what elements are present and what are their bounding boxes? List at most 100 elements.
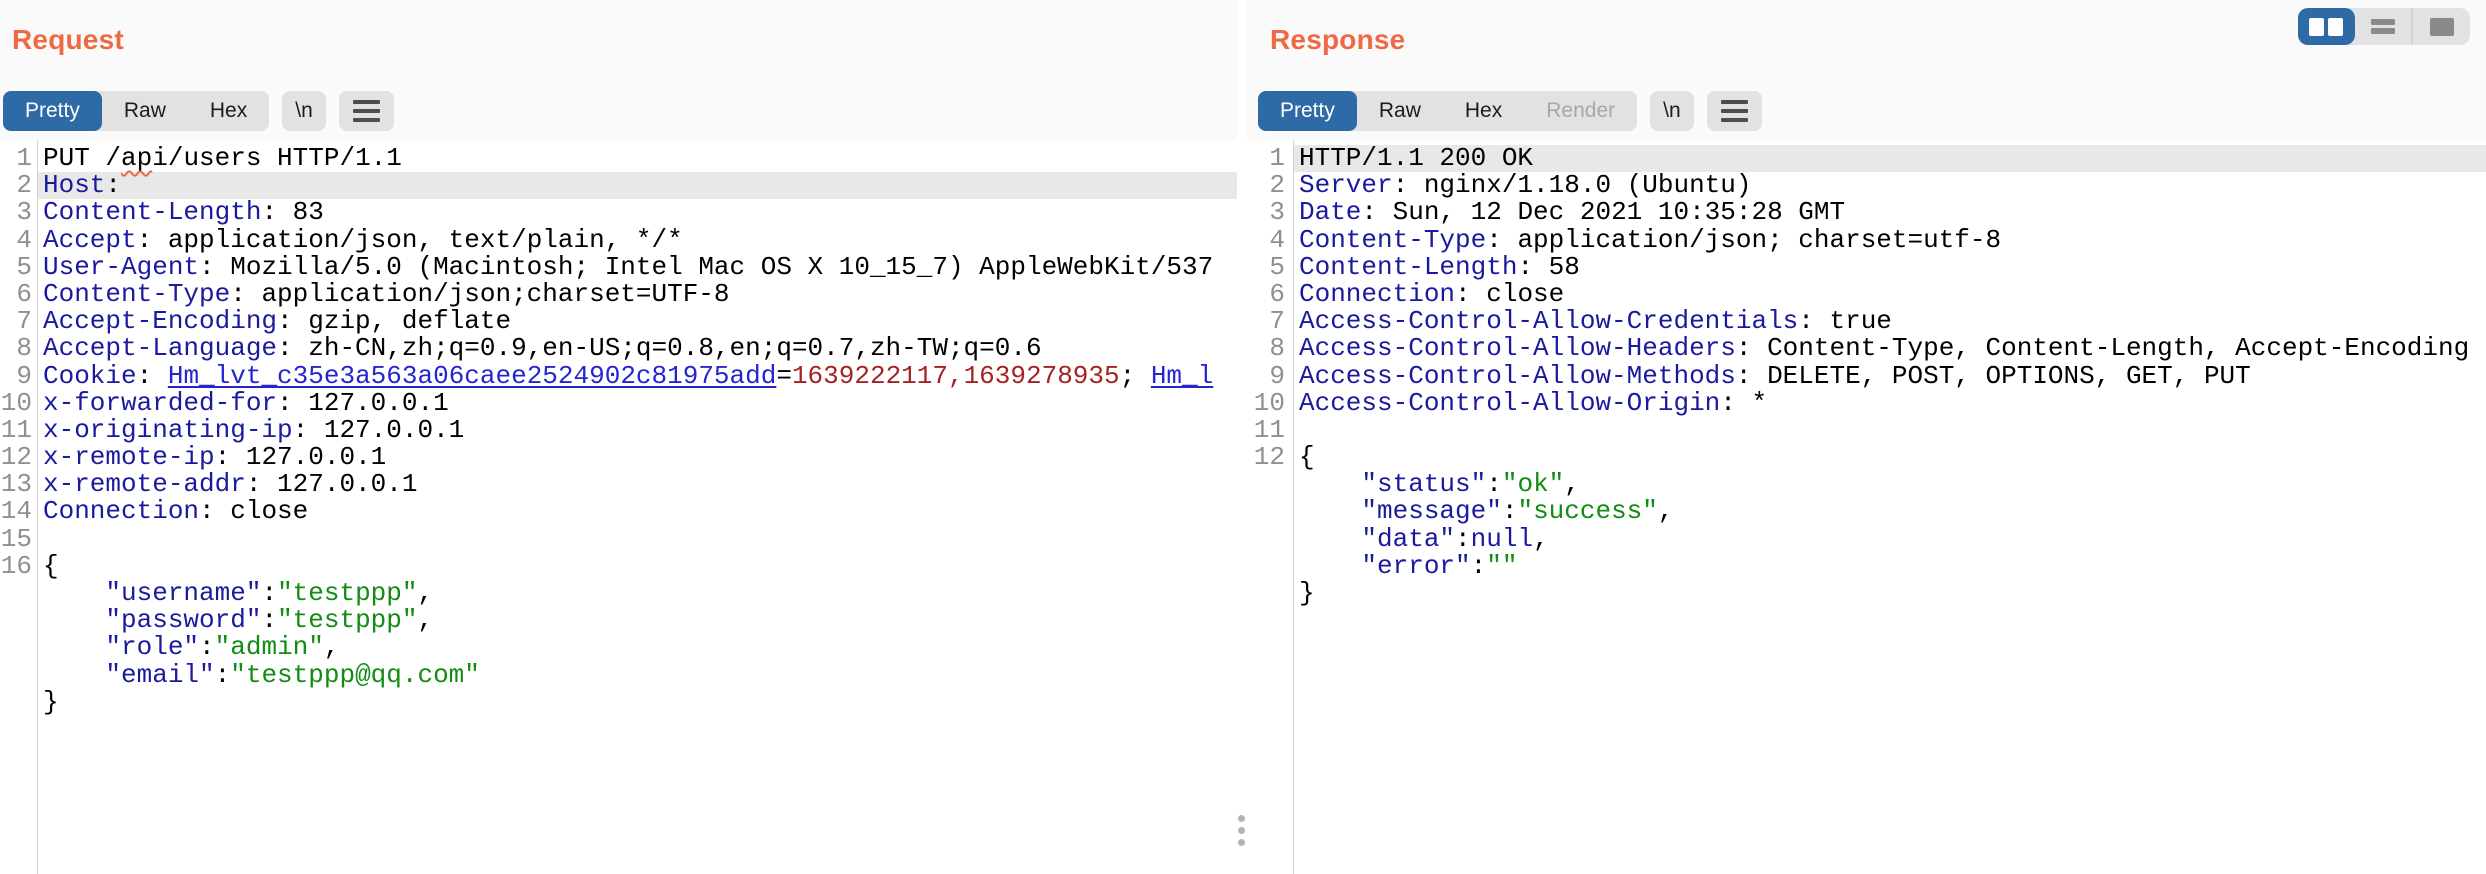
response-code-line: "error":"" [1247,553,2486,580]
response-menu-button[interactable] [1707,91,1762,131]
line-number [1247,471,1285,498]
code-text: x-forwarded-for: 127.0.0.1 [32,390,449,417]
request-code-line: "password":"testppp", [0,607,1237,634]
code-text [1285,417,1299,444]
drag-grip-icon [1238,815,1245,822]
code-text: "email":"testppp@qq.com" [32,662,480,689]
line-number [0,689,32,716]
response-code-line: "data":null, [1247,526,2486,553]
request-tab-pretty[interactable]: Pretty [3,91,102,131]
layout-split-rows-button[interactable] [2355,8,2412,45]
response-gutter-rule [1293,140,1294,874]
request-tab-raw[interactable]: Raw [102,91,188,131]
code-text: PUT /api/users HTTP/1.1 [32,145,402,172]
response-code-line: 9Access-Control-Allow-Methods: DELETE, P… [1247,363,2486,390]
line-number: 10 [1247,390,1285,417]
line-number: 8 [0,335,32,362]
line-number: 3 [1247,199,1285,226]
line-number [1247,498,1285,525]
response-tabbar: PrettyRawHexRender \n [1258,91,1762,131]
response-tab-render: Render [1524,91,1637,131]
code-text: "username":"testppp", [32,580,433,607]
code-text: Host: [32,172,121,199]
request-code-line: 9Cookie: Hm_lvt_c35e3a563a06caee2524902c… [0,363,1237,390]
layout-split-columns-button[interactable] [2298,8,2355,45]
line-number [0,580,32,607]
code-text: } [32,689,59,716]
response-code-line: } [1247,580,2486,607]
line-number: 9 [1247,363,1285,390]
response-code-line: 5Content-Length: 58 [1247,254,2486,281]
code-text: Cookie: Hm_lvt_c35e3a563a06caee2524902c8… [32,363,1213,390]
response-tab-group: PrettyRawHexRender [1258,91,1637,131]
single-pane-icon [2430,18,2454,36]
response-code-line: 11 [1247,417,2486,444]
request-code-line: 15 [0,526,1237,553]
code-text: "data":null, [1285,526,1549,553]
code-text: Access-Control-Allow-Origin: * [1285,390,1767,417]
response-code-line: "status":"ok", [1247,471,2486,498]
code-text: } [1285,580,1315,607]
line-number: 7 [1247,308,1285,335]
line-number [1247,580,1285,607]
request-menu-button[interactable] [339,91,394,131]
request-title: Request [12,24,124,56]
line-number: 11 [1247,417,1285,444]
request-tab-hex[interactable]: Hex [188,91,269,131]
line-number: 2 [0,172,32,199]
layout-toggle-group [2298,8,2470,45]
code-text: "error":"" [1285,553,1517,580]
burp-message-editor: { "request": { "title": "Request", "tabs… [0,0,2486,874]
response-code-line: 10Access-Control-Allow-Origin: * [1247,390,2486,417]
line-number: 14 [0,498,32,525]
code-text: Connection: close [1285,281,1564,308]
line-number [0,662,32,689]
request-newline-toggle-button[interactable]: \n [282,91,326,131]
code-text: Access-Control-Allow-Headers: Content-Ty… [1285,335,2469,362]
code-text: Access-Control-Allow-Methods: DELETE, PO… [1285,363,2251,390]
split-rows-icon [2371,19,2395,34]
response-panel: Response PrettyRawHexRender \n 1HTTP/1.1… [1247,0,2486,874]
request-code-line: 8Accept-Language: zh-CN,zh;q=0.9,en-US;q… [0,335,1237,362]
layout-single-pane-button[interactable] [2411,8,2470,45]
line-number: 6 [1247,281,1285,308]
line-number: 16 [0,553,32,580]
response-editor[interactable]: 1HTTP/1.1 200 OK2Server: nginx/1.18.0 (U… [1247,140,2486,874]
code-text: "password":"testppp", [32,607,433,634]
code-text: "role":"admin", [32,634,339,661]
response-tab-pretty[interactable]: Pretty [1258,91,1357,131]
request-code-line: 10x-forwarded-for: 127.0.0.1 [0,390,1237,417]
line-number: 1 [1247,145,1285,172]
response-tab-hex[interactable]: Hex [1443,91,1524,131]
code-text: Access-Control-Allow-Credentials: true [1285,308,1892,335]
code-text: Date: Sun, 12 Dec 2021 10:35:28 GMT [1285,199,1845,226]
response-tab-raw[interactable]: Raw [1357,91,1443,131]
code-text: Content-Type: application/json; charset=… [1285,227,2001,254]
hamburger-icon [1721,100,1748,104]
response-code-line: 3Date: Sun, 12 Dec 2021 10:35:28 GMT [1247,199,2486,226]
response-panel-header: Response PrettyRawHexRender \n [1247,0,2486,140]
code-text: x-remote-ip: 127.0.0.1 [32,444,386,471]
code-text: x-originating-ip: 127.0.0.1 [32,417,464,444]
line-number: 7 [0,308,32,335]
code-text: { [32,553,59,580]
request-code-line: 14Connection: close [0,498,1237,525]
request-code-line: 5User-Agent: Mozilla/5.0 (Macintosh; Int… [0,254,1237,281]
code-text: "status":"ok", [1285,471,1580,498]
code-text: Accept: application/json, text/plain, */… [32,227,683,254]
panel-divider[interactable] [1237,0,1247,874]
line-number: 12 [1247,444,1285,471]
response-code-line: "message":"success", [1247,498,2486,525]
code-text: Content-Type: application/json;charset=U… [32,281,730,308]
line-number: 11 [0,417,32,444]
request-gutter-rule [37,140,38,874]
line-number: 4 [0,227,32,254]
code-text: Server: nginx/1.18.0 (Ubuntu) [1285,172,1751,199]
split-columns-icon [2309,18,2343,36]
line-number [1247,526,1285,553]
line-number: 5 [0,254,32,281]
response-newline-toggle-button[interactable]: \n [1650,91,1694,131]
request-editor[interactable]: 1PUT /api/users HTTP/1.12Host:3Content-L… [0,140,1237,874]
response-code-line: 12{ [1247,444,2486,471]
code-text: User-Agent: Mozilla/5.0 (Macintosh; Inte… [32,254,1213,281]
